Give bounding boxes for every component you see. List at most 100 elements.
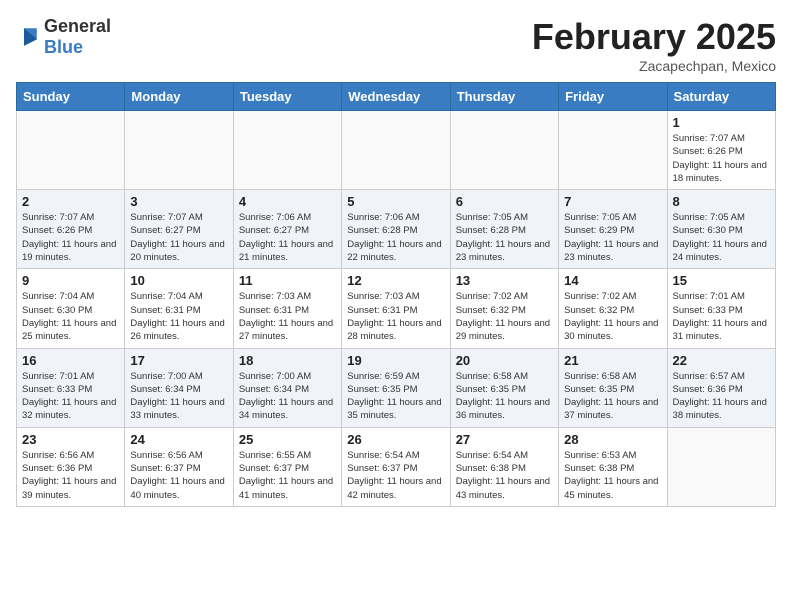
calendar-week-row: 16Sunrise: 7:01 AM Sunset: 6:33 PM Dayli… (17, 348, 776, 427)
logo: General Blue (16, 16, 111, 58)
day-number: 10 (130, 273, 227, 288)
title-area: February 2025 Zacapechpan, Mexico (532, 16, 776, 74)
calendar-day-cell (233, 111, 341, 190)
weekday-header: Friday (559, 83, 667, 111)
calendar-day-cell: 1 Sunrise: 7:07 AM Sunset: 6:26 PM Daylig… (667, 111, 775, 190)
day-info: Sunrise: 7:00 AM Sunset: 6:34 PM Dayligh… (130, 370, 227, 423)
day-info: Sunrise: 7:04 AM Sunset: 6:30 PM Dayligh… (22, 290, 119, 343)
calendar-day-cell: 15 Sunrise: 7:01 AM Sunset: 6:33 PM Dayli… (667, 269, 775, 348)
day-number: 20 (456, 353, 553, 368)
calendar-day-cell: 16Sunrise: 7:01 AM Sunset: 6:33 PM Dayli… (17, 348, 125, 427)
day-info: Sunrise: 7:00 AM Sunset: 6:34 PM Dayligh… (239, 370, 336, 423)
month-title: February 2025 (532, 16, 776, 58)
day-number: 3 (130, 194, 227, 209)
day-info: Sunrise: 6:54 AM Sunset: 6:37 PM Dayligh… (347, 449, 444, 502)
calendar-day-cell (667, 427, 775, 506)
day-number: 4 (239, 194, 336, 209)
day-info: Sunrise: 6:58 AM Sunset: 6:35 PM Dayligh… (456, 370, 553, 423)
day-info: Sunrise: 6:54 AM Sunset: 6:38 PM Dayligh… (456, 449, 553, 502)
day-info: Sunrise: 6:59 AM Sunset: 6:35 PM Dayligh… (347, 370, 444, 423)
calendar-day-cell: 22 Sunrise: 6:57 AM Sunset: 6:36 PM Dayli… (667, 348, 775, 427)
day-number: 21 (564, 353, 661, 368)
day-info: Sunrise: 7:05 AM Sunset: 6:29 PM Dayligh… (564, 211, 661, 264)
day-number: 17 (130, 353, 227, 368)
calendar-week-row: 2 Sunrise: 7:07 AM Sunset: 6:26 PM Daylig… (17, 190, 776, 269)
calendar-day-cell: 25 Sunrise: 6:55 AM Sunset: 6:37 PM Dayli… (233, 427, 341, 506)
day-number: 15 (673, 273, 770, 288)
day-number: 27 (456, 432, 553, 447)
calendar-week-row: 23 Sunrise: 6:56 AM Sunset: 6:36 PM Dayli… (17, 427, 776, 506)
calendar-day-cell (450, 111, 558, 190)
calendar-day-cell: 17 Sunrise: 7:00 AM Sunset: 6:34 PM Dayli… (125, 348, 233, 427)
day-info: Sunrise: 6:57 AM Sunset: 6:36 PM Dayligh… (673, 370, 770, 423)
day-info: Sunrise: 7:07 AM Sunset: 6:26 PM Dayligh… (22, 211, 119, 264)
calendar-day-cell: 20 Sunrise: 6:58 AM Sunset: 6:35 PM Dayli… (450, 348, 558, 427)
location-subtitle: Zacapechpan, Mexico (532, 58, 776, 74)
day-info: Sunrise: 7:01 AM Sunset: 6:33 PM Dayligh… (22, 370, 119, 423)
day-number: 14 (564, 273, 661, 288)
day-number: 23 (22, 432, 119, 447)
day-number: 28 (564, 432, 661, 447)
calendar-day-cell: 14 Sunrise: 7:02 AM Sunset: 6:32 PM Dayli… (559, 269, 667, 348)
day-number: 18 (239, 353, 336, 368)
calendar-day-cell: 12Sunrise: 7:03 AM Sunset: 6:31 PM Dayli… (342, 269, 450, 348)
calendar-week-row: 9Sunrise: 7:04 AM Sunset: 6:30 PM Daylig… (17, 269, 776, 348)
day-info: Sunrise: 6:56 AM Sunset: 6:36 PM Dayligh… (22, 449, 119, 502)
day-number: 6 (456, 194, 553, 209)
day-info: Sunrise: 7:03 AM Sunset: 6:31 PM Dayligh… (239, 290, 336, 343)
calendar-day-cell: 19 Sunrise: 6:59 AM Sunset: 6:35 PM Dayli… (342, 348, 450, 427)
day-info: Sunrise: 7:06 AM Sunset: 6:28 PM Dayligh… (347, 211, 444, 264)
day-info: Sunrise: 6:56 AM Sunset: 6:37 PM Dayligh… (130, 449, 227, 502)
weekday-header: Saturday (667, 83, 775, 111)
day-info: Sunrise: 7:07 AM Sunset: 6:27 PM Dayligh… (130, 211, 227, 264)
day-info: Sunrise: 6:53 AM Sunset: 6:38 PM Dayligh… (564, 449, 661, 502)
weekday-header: Tuesday (233, 83, 341, 111)
weekday-header: Sunday (17, 83, 125, 111)
logo-icon (16, 25, 40, 49)
logo-general: General (44, 16, 111, 36)
calendar-day-cell (342, 111, 450, 190)
page-header: General Blue February 2025 Zacapechpan, … (16, 16, 776, 74)
calendar-day-cell: 5 Sunrise: 7:06 AM Sunset: 6:28 PM Daylig… (342, 190, 450, 269)
calendar-day-cell: 26Sunrise: 6:54 AM Sunset: 6:37 PM Dayli… (342, 427, 450, 506)
day-info: Sunrise: 7:07 AM Sunset: 6:26 PM Dayligh… (673, 132, 770, 185)
day-number: 7 (564, 194, 661, 209)
day-number: 2 (22, 194, 119, 209)
day-info: Sunrise: 6:58 AM Sunset: 6:35 PM Dayligh… (564, 370, 661, 423)
day-info: Sunrise: 7:02 AM Sunset: 6:32 PM Dayligh… (456, 290, 553, 343)
day-info: Sunrise: 7:02 AM Sunset: 6:32 PM Dayligh… (564, 290, 661, 343)
calendar-day-cell: 23 Sunrise: 6:56 AM Sunset: 6:36 PM Dayli… (17, 427, 125, 506)
calendar-day-cell (17, 111, 125, 190)
day-number: 22 (673, 353, 770, 368)
calendar-day-cell (125, 111, 233, 190)
day-info: Sunrise: 7:05 AM Sunset: 6:30 PM Dayligh… (673, 211, 770, 264)
day-info: Sunrise: 7:04 AM Sunset: 6:31 PM Dayligh… (130, 290, 227, 343)
day-number: 8 (673, 194, 770, 209)
weekday-header: Wednesday (342, 83, 450, 111)
logo-blue: Blue (44, 37, 83, 57)
calendar-day-cell: 21 Sunrise: 6:58 AM Sunset: 6:35 PM Dayli… (559, 348, 667, 427)
day-number: 25 (239, 432, 336, 447)
day-number: 1 (673, 115, 770, 130)
day-number: 5 (347, 194, 444, 209)
calendar-day-cell: 7 Sunrise: 7:05 AM Sunset: 6:29 PM Daylig… (559, 190, 667, 269)
calendar-day-cell: 28 Sunrise: 6:53 AM Sunset: 6:38 PM Dayli… (559, 427, 667, 506)
calendar-day-cell: 6 Sunrise: 7:05 AM Sunset: 6:28 PM Daylig… (450, 190, 558, 269)
day-number: 13 (456, 273, 553, 288)
calendar-day-cell: 3 Sunrise: 7:07 AM Sunset: 6:27 PM Daylig… (125, 190, 233, 269)
day-number: 19 (347, 353, 444, 368)
calendar-day-cell: 4 Sunrise: 7:06 AM Sunset: 6:27 PM Daylig… (233, 190, 341, 269)
logo-text: General Blue (44, 16, 111, 58)
weekday-header: Thursday (450, 83, 558, 111)
calendar-day-cell: 24 Sunrise: 6:56 AM Sunset: 6:37 PM Dayli… (125, 427, 233, 506)
day-info: Sunrise: 7:05 AM Sunset: 6:28 PM Dayligh… (456, 211, 553, 264)
day-info: Sunrise: 7:06 AM Sunset: 6:27 PM Dayligh… (239, 211, 336, 264)
day-info: Sunrise: 6:55 AM Sunset: 6:37 PM Dayligh… (239, 449, 336, 502)
calendar-day-cell: 10 Sunrise: 7:04 AM Sunset: 6:31 PM Dayli… (125, 269, 233, 348)
day-info: Sunrise: 7:01 AM Sunset: 6:33 PM Dayligh… (673, 290, 770, 343)
day-number: 24 (130, 432, 227, 447)
weekday-header: Monday (125, 83, 233, 111)
day-info: Sunrise: 7:03 AM Sunset: 6:31 PM Dayligh… (347, 290, 444, 343)
calendar-day-cell: 18 Sunrise: 7:00 AM Sunset: 6:34 PM Dayli… (233, 348, 341, 427)
calendar-day-cell: 8 Sunrise: 7:05 AM Sunset: 6:30 PM Daylig… (667, 190, 775, 269)
